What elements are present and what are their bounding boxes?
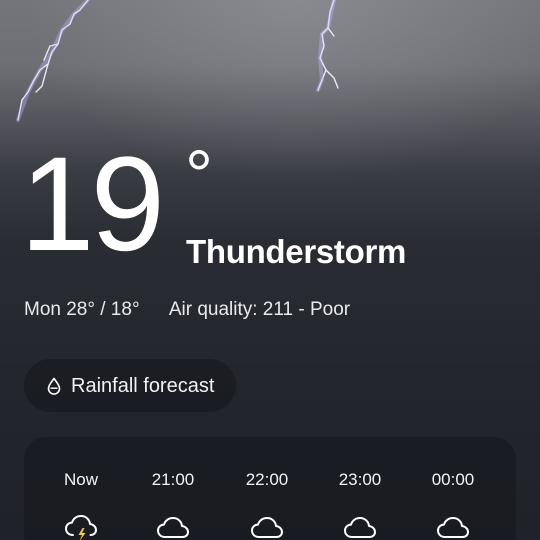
weather-condition: Thunderstorm [186, 233, 407, 270]
rainfall-forecast-button[interactable]: Rainfall forecast [24, 359, 237, 412]
rainfall-forecast-label: Rainfall forecast [71, 374, 215, 397]
high-low-temperature: Mon 28° / 18° [24, 299, 140, 320]
cloud-icon [251, 517, 283, 538]
current-temperature-block: 19 ° Thunderstorm [20, 138, 540, 278]
hourly-item-2100[interactable]: 21:00 [138, 469, 208, 540]
temperature-value: 19 [20, 130, 165, 279]
lightning-bolts [16, 0, 339, 122]
droplet-icon [46, 377, 62, 395]
cloud-icon [437, 517, 469, 538]
cloud-icon [157, 517, 189, 538]
hourly-time: Now [63, 470, 98, 489]
air-quality[interactable]: Air quality: 211 - Poor [169, 298, 350, 322]
hourly-time: 22:00 [245, 470, 289, 489]
hourly-item-2300[interactable]: 23:00 [325, 469, 395, 540]
hourly-forecast-card[interactable]: Now 21:00 22:00 23:00 00:00 [24, 437, 516, 540]
thunderstorm-icon [65, 515, 97, 540]
hourly-item-2200[interactable]: 22:00 [232, 469, 302, 540]
hourly-item-0000[interactable]: 00:00 [418, 469, 488, 540]
cloud-icon [344, 517, 376, 538]
hourly-time: 00:00 [431, 470, 475, 489]
hourly-time: 21:00 [151, 470, 195, 489]
weather-details-row: Mon 28° / 18° Air quality: 211 - Poor [24, 298, 350, 322]
hourly-item-now[interactable]: Now [46, 469, 116, 540]
hourly-time: 23:00 [338, 470, 382, 489]
degree-symbol: ° [185, 136, 213, 214]
